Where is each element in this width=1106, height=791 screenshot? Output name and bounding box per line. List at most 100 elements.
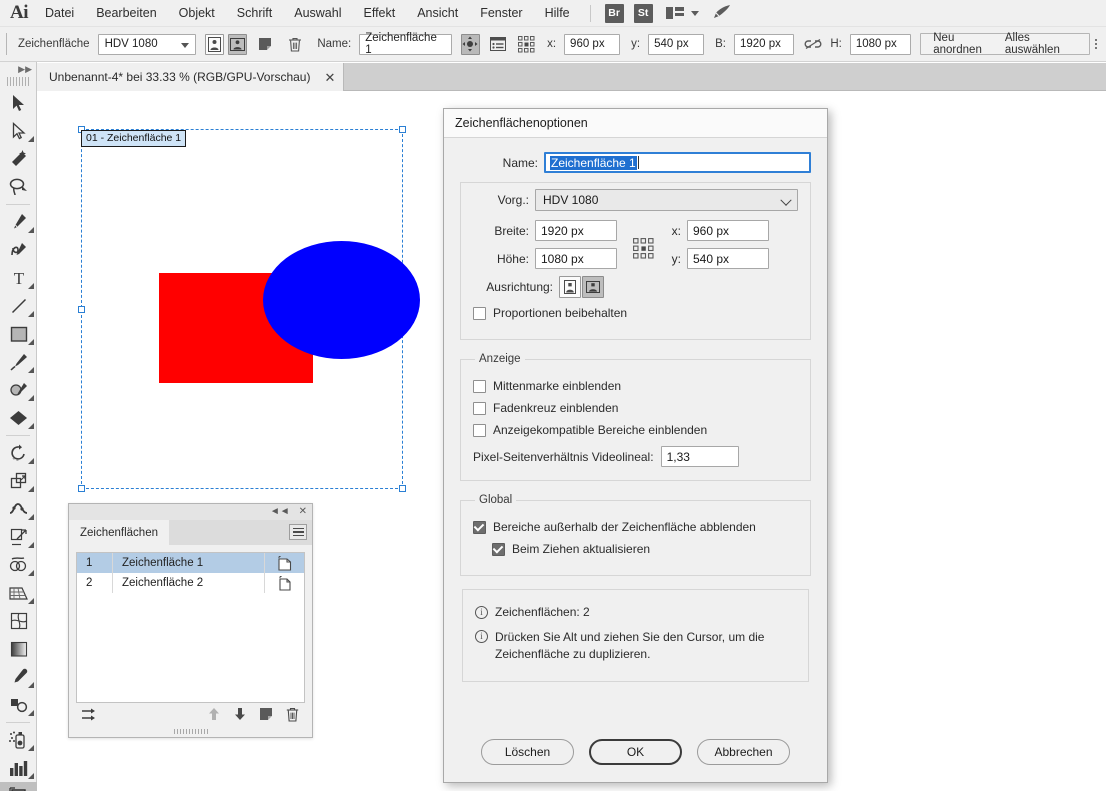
delete-artboard-button[interactable] <box>286 34 305 55</box>
menu-datei[interactable]: Datei <box>34 0 85 27</box>
tools-panel-grip[interactable] <box>7 77 29 86</box>
orientation-portrait-button[interactable] <box>204 33 224 55</box>
bridge-chip-icon[interactable]: Br <box>604 3 624 23</box>
artboards-list[interactable]: 1 Zeichenfläche 1 2 Zeichenfläche 2 <box>76 552 305 703</box>
new-artboard-icon[interactable] <box>253 707 279 721</box>
dialog-update-while-dragging-row[interactable]: Beim Ziehen aktualisieren <box>492 542 798 556</box>
artboard-list-item[interactable]: 1 Zeichenfläche 1 <box>77 553 304 573</box>
dialog-orientation-landscape-button[interactable] <box>582 276 604 298</box>
menu-effekt[interactable]: Effekt <box>352 0 406 27</box>
rearrange-artboards-icon[interactable] <box>76 707 102 722</box>
controlbar-overflow-menu[interactable] <box>1090 39 1101 49</box>
pen-tool-icon[interactable] <box>0 208 37 236</box>
dialog-reference-point-button[interactable] <box>623 237 663 259</box>
dialog-fade-outside-row[interactable]: Bereiche außerhalb der Zeichenfläche abb… <box>473 520 798 534</box>
stock-chip-icon[interactable]: St <box>633 3 653 23</box>
mesh-tool-icon[interactable] <box>0 607 37 635</box>
dialog-center-mark-checkbox[interactable] <box>473 379 486 393</box>
blue-ellipse[interactable] <box>263 241 420 359</box>
free-transform-tool-icon[interactable] <box>0 523 37 551</box>
perspective-grid-tool-icon[interactable] <box>0 579 37 607</box>
width-input[interactable]: 1920 px <box>734 33 794 55</box>
collapse-panel-icon[interactable]: ▶▶ <box>0 62 36 76</box>
symbol-sprayer-tool-icon[interactable] <box>0 726 37 754</box>
dialog-width-input[interactable]: 1920 px <box>535 220 617 241</box>
eyedropper-tool-icon[interactable] <box>0 663 37 691</box>
rotate-tool-icon[interactable] <box>0 439 37 467</box>
orientation-landscape-button[interactable] <box>227 33 247 55</box>
select-all-button[interactable]: Alles auswählen <box>1001 32 1082 56</box>
shape-builder-tool-icon[interactable] <box>0 551 37 579</box>
rectangle-tool-icon[interactable] <box>0 320 37 348</box>
rearrange-selectall-group[interactable]: Neu anordnen Alles auswählen <box>920 32 1091 56</box>
artboard-handle-bottom-right[interactable] <box>399 485 406 492</box>
close-icon[interactable]: ✕ <box>324 71 335 84</box>
artboards-panel-resize-grip[interactable] <box>69 728 312 735</box>
move-up-icon[interactable] <box>201 707 227 721</box>
artboard-handle-bottom-left[interactable] <box>78 485 85 492</box>
magic-wand-tool-icon[interactable] <box>0 145 37 173</box>
dialog-constrain-proportions-checkbox[interactable] <box>473 306 486 320</box>
dialog-crosshair-checkbox[interactable] <box>473 401 486 415</box>
scale-tool-icon[interactable] <box>0 467 37 495</box>
menu-auswahl[interactable]: Auswahl <box>283 0 352 27</box>
collapse-icon[interactable]: ◄◄ <box>270 507 290 517</box>
artboard-options-button[interactable] <box>489 34 508 55</box>
cancel-button[interactable]: Abbrechen <box>697 739 790 765</box>
artboard-thumb-icon[interactable] <box>264 553 304 573</box>
dialog-height-input[interactable]: 1080 px <box>535 248 617 269</box>
height-input[interactable]: 1080 px <box>849 33 912 55</box>
column-graph-tool-icon[interactable] <box>0 754 37 782</box>
menu-bearbeiten[interactable]: Bearbeiten <box>85 0 167 27</box>
reference-point-button[interactable] <box>517 34 536 55</box>
artboard-preset-select[interactable]: HDV 1080 <box>97 33 196 55</box>
document-tab[interactable]: Unbenannt-4* bei 33.33 % (RGB/GPU-Vorsch… <box>37 63 345 91</box>
dialog-constrain-proportions-row[interactable]: Proportionen beibehalten <box>473 306 798 320</box>
close-icon[interactable]: ✕ <box>299 507 307 517</box>
new-artboard-button[interactable] <box>256 34 275 55</box>
line-segment-tool-icon[interactable] <box>0 292 37 320</box>
dialog-orientation-portrait-button[interactable] <box>559 276 581 298</box>
width-tool-icon[interactable] <box>0 495 37 523</box>
dialog-preset-select[interactable]: HDV 1080 <box>535 189 798 211</box>
menu-ansicht[interactable]: Ansicht <box>406 0 469 27</box>
rocket-icon[interactable] <box>713 4 732 23</box>
dialog-name-input[interactable]: Zeichenfläche 1 <box>544 152 811 173</box>
ok-button[interactable]: OK <box>589 739 682 765</box>
dialog-pixel-ratio-input[interactable]: 1,33 <box>660 446 739 467</box>
artboard-handle-top-right[interactable] <box>399 126 406 133</box>
dialog-center-mark-row[interactable]: Mittenmarke einblenden <box>473 379 798 393</box>
move-artwork-with-artboard-button[interactable] <box>460 33 480 55</box>
selection-tool-icon[interactable] <box>0 89 37 117</box>
gradient-tool-icon[interactable] <box>0 635 37 663</box>
menu-fenster[interactable]: Fenster <box>469 0 533 27</box>
menu-hilfe[interactable]: Hilfe <box>534 0 581 27</box>
delete-artboard-icon[interactable] <box>279 707 305 722</box>
artboard-name-input[interactable]: Zeichenfläche 1 <box>359 32 452 56</box>
type-tool-icon[interactable]: T <box>0 264 37 292</box>
dialog-y-input[interactable]: 540 px <box>687 248 769 269</box>
controlbar-grip[interactable] <box>4 33 12 55</box>
dialog-fade-outside-checkbox[interactable] <box>473 520 486 534</box>
eraser-tool-icon[interactable] <box>0 404 37 432</box>
shaper-tool-icon[interactable] <box>0 376 37 404</box>
delete-button[interactable]: Löschen <box>481 739 574 765</box>
blend-tool-icon[interactable] <box>0 691 37 719</box>
panel-menu-icon[interactable] <box>289 524 307 540</box>
tab-zeichenflaechen[interactable]: Zeichenflächen <box>69 520 169 545</box>
dialog-safe-areas-row[interactable]: Anzeigekompatible Bereiche einblenden <box>473 423 798 437</box>
artboards-panel-titlebar[interactable]: ◄◄ ✕ <box>69 504 312 520</box>
dialog-update-while-dragging-checkbox[interactable] <box>492 542 505 556</box>
move-down-icon[interactable] <box>227 707 253 721</box>
x-input[interactable]: 960 px <box>564 33 621 55</box>
lasso-tool-icon[interactable] <box>0 173 37 201</box>
menu-objekt[interactable]: Objekt <box>168 0 226 27</box>
rearrange-button[interactable]: Neu anordnen <box>929 32 1001 56</box>
curvature-tool-icon[interactable] <box>0 236 37 264</box>
constrain-proportions-button[interactable] <box>803 34 823 55</box>
y-input[interactable]: 540 px <box>648 33 705 55</box>
direct-selection-tool-icon[interactable] <box>0 117 37 145</box>
menu-schrift[interactable]: Schrift <box>226 0 283 27</box>
dialog-crosshair-row[interactable]: Fadenkreuz einblenden <box>473 401 798 415</box>
workspace-switcher-icon[interactable] <box>665 7 699 19</box>
